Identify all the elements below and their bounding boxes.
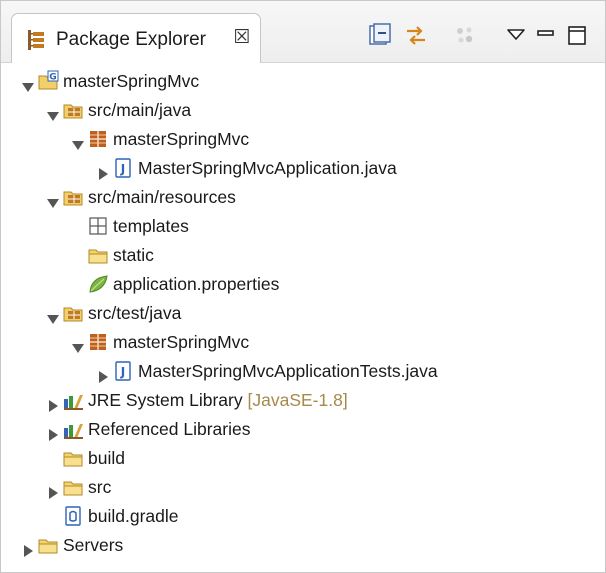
- svg-text:G: G: [49, 73, 56, 83]
- svg-text:J: J: [120, 365, 125, 379]
- expand-arrow-icon[interactable]: [46, 103, 60, 121]
- collapse-arrow-icon[interactable]: [46, 480, 60, 499]
- tree-item-label: Referenced Libraries: [88, 419, 251, 439]
- tree-item[interactable]: src/test/java: [1, 299, 601, 327]
- folder-icon: [62, 447, 84, 469]
- link-with-editor-button[interactable]: [403, 23, 429, 49]
- tree-item[interactable]: build.gradle: [1, 502, 601, 530]
- folder-icon: [37, 534, 59, 556]
- tree-item-label: masterSpringMvc: [113, 332, 250, 352]
- close-icon[interactable]: ☒: [231, 26, 253, 50]
- collapse-arrow-icon[interactable]: [96, 364, 110, 383]
- tree-item[interactable]: Servers: [1, 531, 601, 559]
- collapse-arrow-icon[interactable]: [21, 538, 35, 557]
- focus-active-task-button[interactable]: [452, 23, 478, 49]
- source-folder-icon: [62, 186, 84, 208]
- focus-active-task-icon: [457, 27, 473, 43]
- source-folder-icon: [62, 99, 84, 121]
- tab-label: Package Explorer: [56, 29, 206, 50]
- tree-item[interactable]: JRE System Library [JavaSE-1.8]: [1, 386, 601, 414]
- tree-item[interactable]: masterSpringMvc: [1, 328, 601, 356]
- collapse-arrow-icon[interactable]: [46, 422, 60, 441]
- package-explorer-view: Package Explorer ☒ G masterSpringMvc src…: [0, 0, 606, 573]
- source-folder-icon: [62, 302, 84, 324]
- view-menu-button[interactable]: [503, 23, 529, 49]
- tree-item-label: src/main/resources: [88, 187, 236, 207]
- minimize-icon: [537, 30, 554, 36]
- tree-item[interactable]: static: [1, 241, 601, 269]
- svg-text:J: J: [120, 162, 125, 176]
- minimize-button[interactable]: [533, 23, 559, 49]
- tree-item-label: MasterSpringMvcApplicationTests.java: [138, 361, 438, 381]
- tree-item[interactable]: templates: [1, 212, 601, 240]
- link-with-editor-icon: [407, 26, 425, 45]
- java-file-icon: J: [112, 360, 134, 382]
- tree-item-label: JRE System Library [JavaSE-1.8]: [88, 390, 348, 410]
- tree-item-label: static: [113, 245, 154, 265]
- tree-item[interactable]: build: [1, 444, 601, 472]
- tree-item-label: templates: [113, 216, 189, 236]
- folder-icon: [62, 476, 84, 498]
- tree-item[interactable]: masterSpringMvc: [1, 125, 601, 153]
- tree-item[interactable]: Referenced Libraries: [1, 415, 601, 443]
- collapse-arrow-icon[interactable]: [96, 161, 110, 180]
- collapse-arrow-icon[interactable]: [46, 393, 60, 412]
- expand-arrow-icon[interactable]: [71, 132, 85, 150]
- maximize-button[interactable]: [564, 23, 590, 49]
- expand-arrow-icon[interactable]: [46, 306, 60, 324]
- tree-item[interactable]: application.properties: [1, 270, 601, 298]
- collapse-all-button[interactable]: [367, 23, 393, 49]
- expand-arrow-icon[interactable]: [46, 190, 60, 208]
- tree-item-qualifier: [JavaSE-1.8]: [242, 390, 348, 410]
- package-icon: [87, 331, 109, 353]
- empty-package-icon: [87, 215, 109, 237]
- gradle-file-icon: [62, 505, 84, 527]
- collapse-all-icon: [369, 23, 391, 45]
- tree-item-label: build: [88, 448, 125, 468]
- tab-package-explorer[interactable]: Package Explorer ☒: [11, 13, 261, 63]
- tree-item-label: masterSpringMvc: [63, 71, 200, 91]
- tree-item[interactable]: src/main/resources: [1, 183, 601, 211]
- tree-item-label: build.gradle: [88, 506, 179, 526]
- folder-icon: [87, 244, 109, 266]
- tree-item-label: MasterSpringMvcApplication.java: [138, 158, 397, 178]
- package-icon: [87, 128, 109, 150]
- package-explorer-icon: [26, 29, 46, 51]
- tree-item[interactable]: src: [1, 473, 601, 501]
- tree-item-label: masterSpringMvc: [113, 129, 250, 149]
- expand-arrow-icon[interactable]: [21, 74, 35, 92]
- tree-item[interactable]: src/main/java: [1, 96, 601, 124]
- view-header: Package Explorer ☒: [1, 1, 605, 63]
- tree-item-label: application.properties: [113, 274, 280, 294]
- java-file-icon: J: [112, 157, 134, 179]
- view-menu-icon: [507, 29, 525, 40]
- maximize-icon: [568, 26, 586, 45]
- tree-item-label: src/test/java: [88, 303, 182, 323]
- library-icon: [62, 389, 84, 411]
- tree-item[interactable]: GmasterSpringMvc: [1, 67, 601, 95]
- spring-leaf-icon: [87, 273, 109, 295]
- tree-item-label: src: [88, 477, 112, 497]
- tree-item[interactable]: J MasterSpringMvcApplicationTests.java: [1, 357, 601, 385]
- tree-item-label: src/main/java: [88, 100, 192, 120]
- expand-arrow-icon[interactable]: [71, 335, 85, 353]
- library-icon: [62, 418, 84, 440]
- gradle-project-icon: G: [37, 70, 59, 92]
- tree-item[interactable]: J MasterSpringMvcApplication.java: [1, 154, 601, 182]
- tree-item-label: Servers: [63, 535, 124, 555]
